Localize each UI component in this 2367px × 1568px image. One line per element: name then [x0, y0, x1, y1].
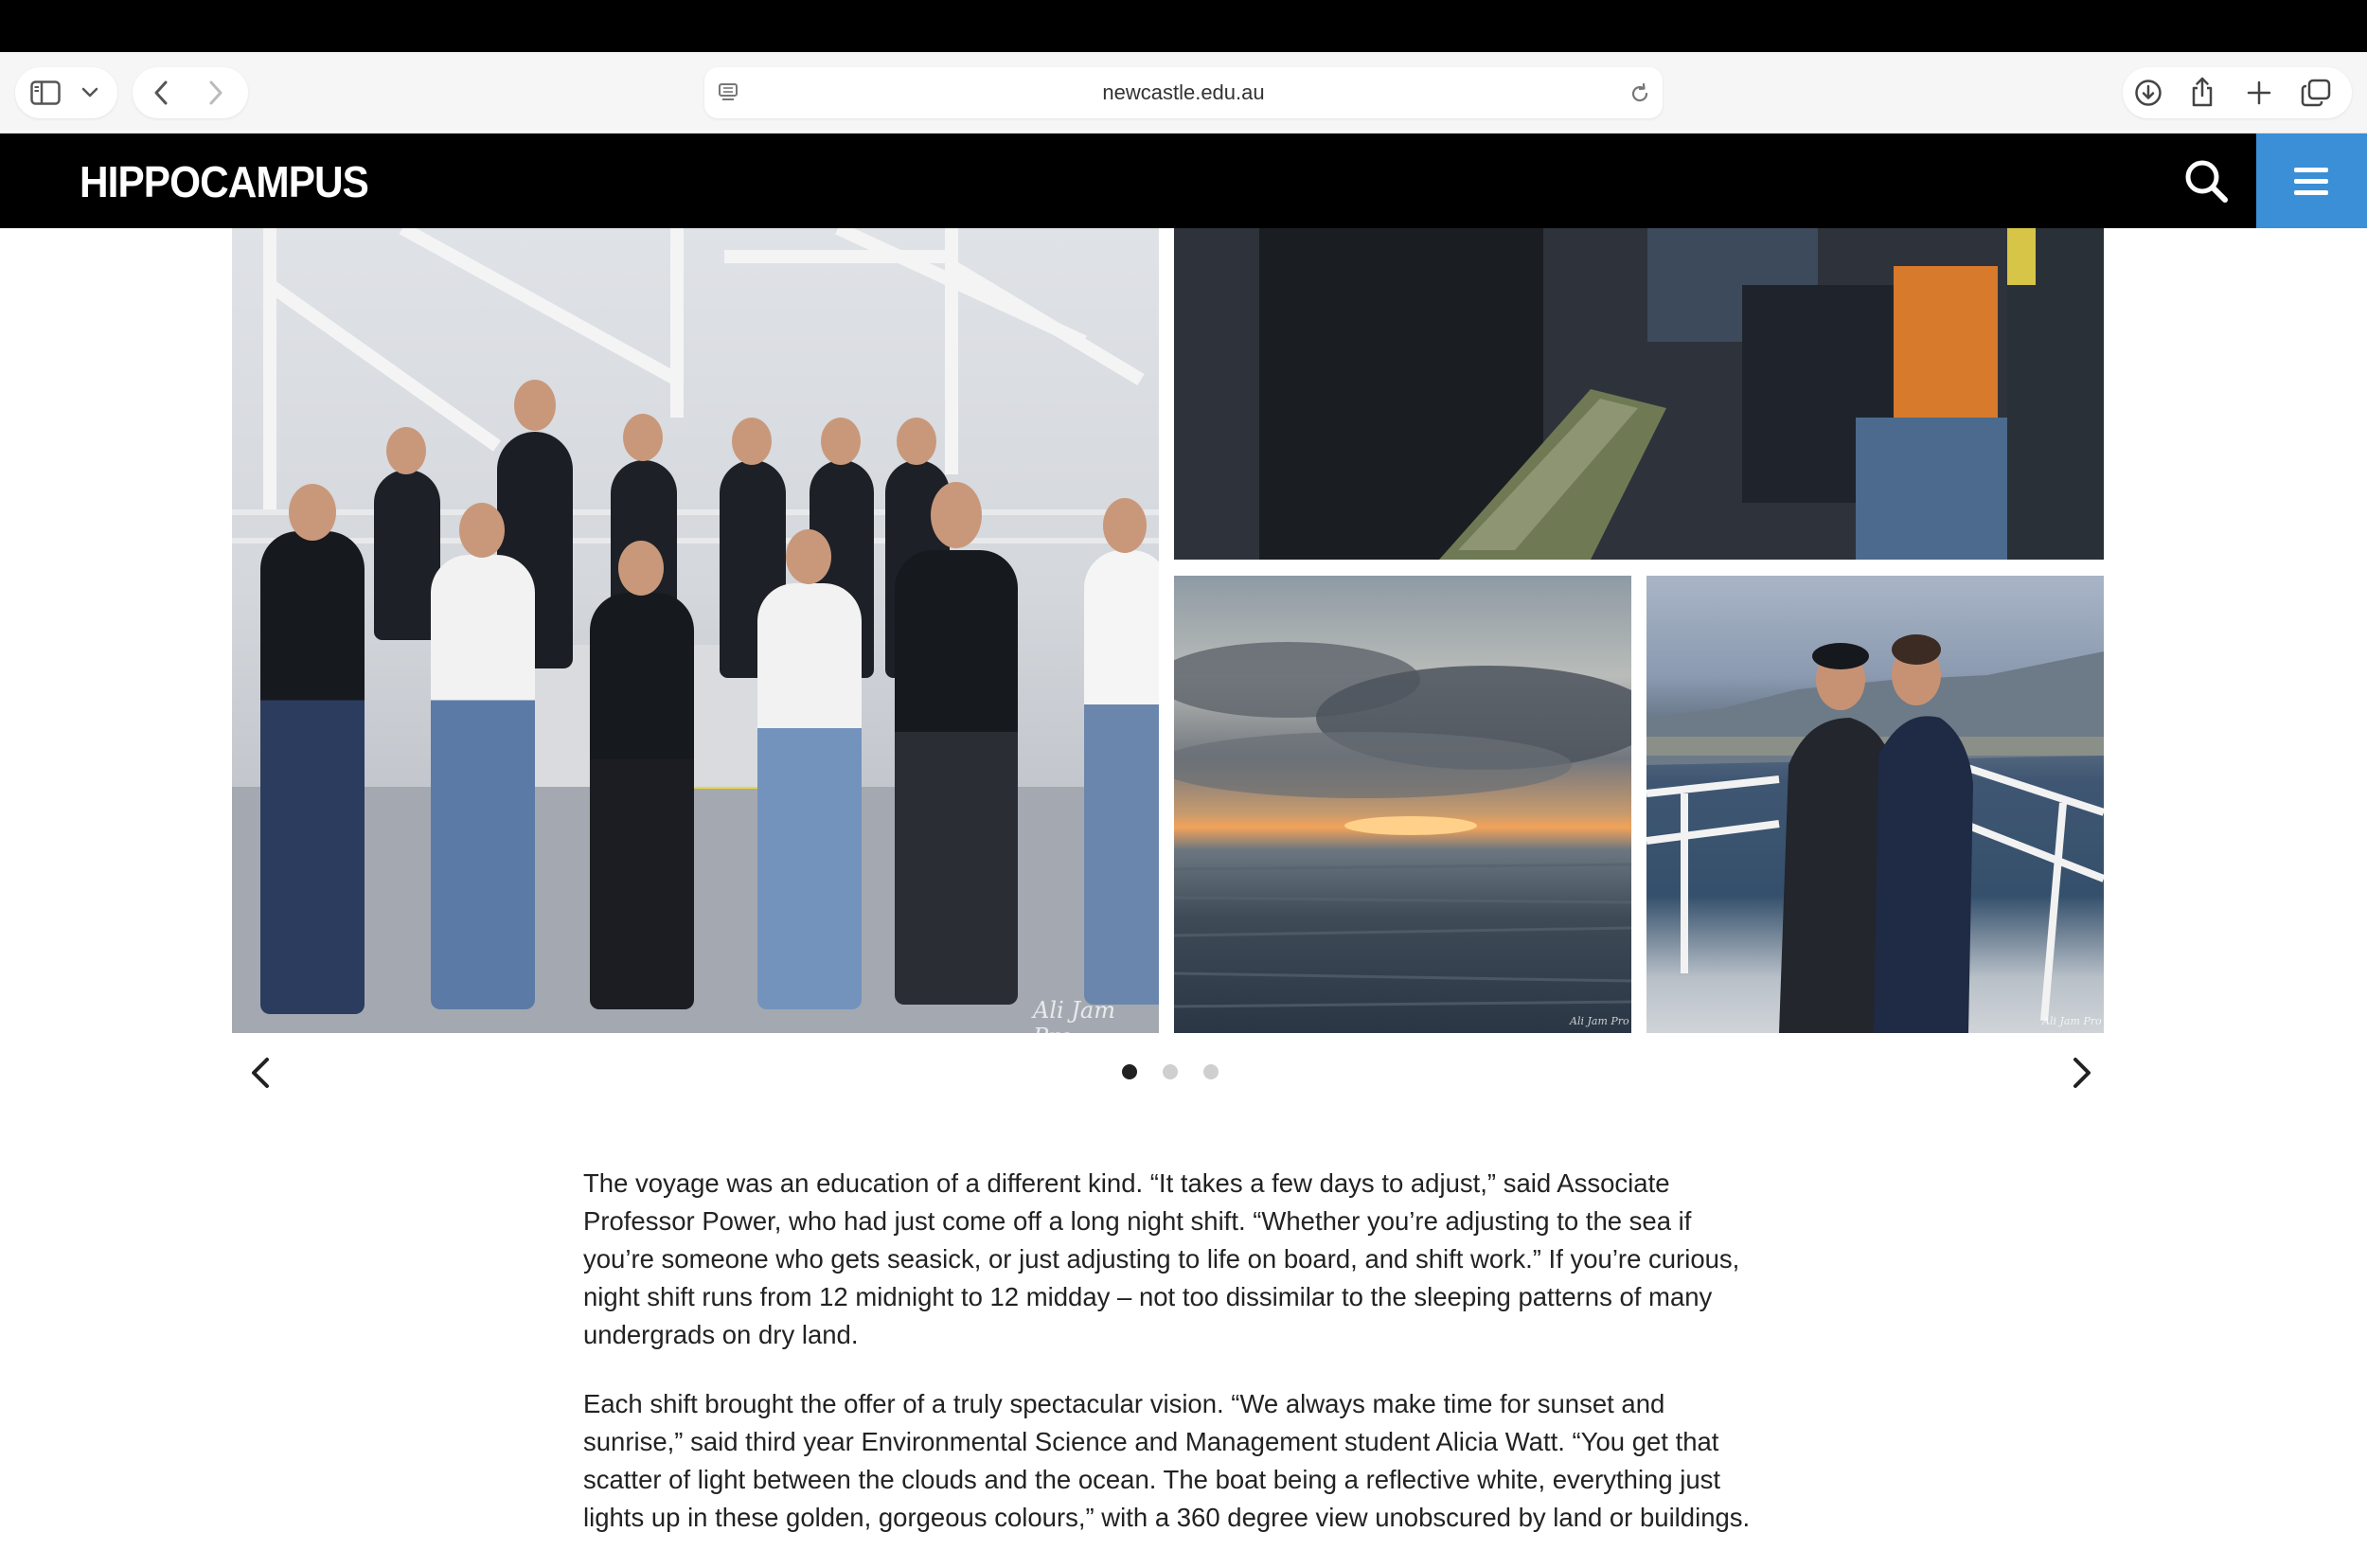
ship-structure [232, 228, 1159, 1033]
person [590, 593, 694, 1009]
person-head [821, 418, 861, 465]
person-head [732, 418, 772, 465]
sidebar-toggle-group [15, 67, 117, 118]
carousel-dot-3[interactable] [1203, 1064, 1219, 1079]
person-head [623, 414, 663, 461]
share-icon[interactable] [2189, 76, 2216, 108]
system-top-bar [0, 0, 2367, 52]
hamburger-icon [2294, 168, 2328, 172]
url-text: newcastle.edu.au [1102, 80, 1265, 104]
person-head [618, 541, 664, 596]
person [895, 550, 1018, 1005]
gallery-photo-students[interactable]: Ali Jam Pro [1646, 576, 2104, 1033]
carousel-next-arrow-icon[interactable] [2062, 1054, 2100, 1092]
tab-overview-icon[interactable] [2301, 79, 2331, 107]
hamburger-bar [2294, 179, 2328, 184]
reload-icon[interactable] [1628, 82, 1651, 105]
person [1084, 550, 1159, 1005]
person [757, 583, 862, 1009]
download-icon[interactable] [2134, 79, 2162, 107]
search-icon[interactable] [2178, 152, 2236, 209]
photo-watermark: Ali Jam Pro [2042, 1015, 2102, 1027]
person-head [897, 418, 936, 465]
person-head [1103, 498, 1147, 553]
navigation-group [133, 67, 248, 118]
students-scene [1646, 634, 2104, 1033]
site-header: HIPPOCAMPUS [0, 134, 2367, 228]
hamburger-bar [2294, 190, 2328, 195]
toolbar-actions [2123, 67, 2352, 118]
carousel-dot-1[interactable] [1122, 1064, 1137, 1079]
person-head [459, 503, 505, 558]
new-tab-plus-icon[interactable] [2247, 80, 2271, 105]
person-head [931, 482, 982, 548]
article-paragraph: Each shift brought the offer of a truly … [583, 1389, 1751, 1532]
article-paragraph: The voyage was an education of a differe… [583, 1168, 1740, 1349]
menu-button[interactable] [2256, 134, 2367, 228]
sunset-scene [1174, 642, 1631, 1008]
address-bar[interactable]: newcastle.edu.au [704, 67, 1663, 118]
person-head [786, 529, 831, 584]
sidebar-icon[interactable] [30, 80, 61, 105]
browser-toolbar: newcastle.edu.au [0, 52, 2367, 134]
person-head [514, 380, 556, 431]
photo-watermark: Ali Jam Pro [1570, 1015, 1629, 1027]
carousel-dot-2[interactable] [1163, 1064, 1178, 1079]
workbench-scene [1174, 228, 2104, 560]
forward-arrow-icon[interactable] [206, 80, 225, 106]
photo-watermark: Ali Jam Pro [1033, 997, 1115, 1033]
gallery-photo-sunset[interactable]: Ali Jam Pro [1174, 576, 1631, 1033]
site-logo[interactable]: HIPPOCAMPUS [80, 156, 369, 207]
back-arrow-icon[interactable] [151, 80, 170, 106]
person [260, 531, 365, 1014]
gallery-photo-workbench[interactable] [1174, 228, 2104, 560]
person [431, 555, 535, 1009]
chevron-down-icon[interactable] [81, 86, 98, 99]
gallery-photo-group[interactable]: Ali Jam Pro [232, 228, 1159, 1033]
article-body: The voyage was an education of a differe… [583, 1165, 1767, 1568]
person-head [386, 427, 426, 474]
person-head [289, 484, 336, 541]
carousel-prev-arrow-icon[interactable] [242, 1054, 280, 1092]
